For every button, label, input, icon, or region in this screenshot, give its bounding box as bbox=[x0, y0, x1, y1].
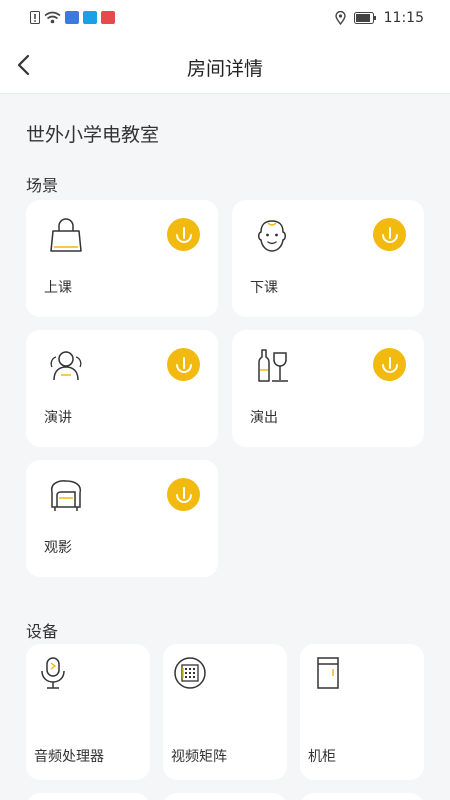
room-name: 世外小学电教室 bbox=[26, 124, 160, 146]
status-icons-right: 11:15 bbox=[334, 10, 424, 26]
audience-icon bbox=[50, 351, 82, 381]
scene-card-performance[interactable]: 演出 bbox=[232, 330, 424, 447]
device-card-video-matrix[interactable]: 视频矩阵 bbox=[163, 644, 287, 780]
download-icon bbox=[175, 356, 192, 373]
location-icon bbox=[334, 11, 346, 25]
download-icon bbox=[175, 226, 192, 243]
microphone-icon bbox=[41, 657, 65, 689]
scene-card-speech[interactable]: 演讲 bbox=[26, 330, 218, 447]
scene-card-movie[interactable]: 观影 bbox=[26, 460, 218, 577]
wifi-icon bbox=[44, 11, 61, 24]
device-card-audio-processor[interactable]: 音频处理器 bbox=[26, 644, 150, 780]
download-icon bbox=[381, 226, 398, 243]
wine-icon bbox=[258, 349, 288, 382]
download-icon bbox=[175, 486, 192, 503]
matrix-icon bbox=[174, 657, 206, 689]
armchair-icon bbox=[50, 480, 82, 511]
device-card-partial[interactable] bbox=[300, 793, 424, 800]
device-label: 音频处理器 bbox=[34, 749, 104, 765]
scene-label: 下课 bbox=[250, 280, 278, 296]
status-icons-left bbox=[30, 11, 115, 24]
battery-icon bbox=[353, 12, 376, 24]
download-button[interactable] bbox=[373, 348, 406, 381]
download-button[interactable] bbox=[373, 218, 406, 251]
download-button[interactable] bbox=[167, 478, 200, 511]
scene-card-class[interactable]: 上课 bbox=[26, 200, 218, 317]
status-time: 11:15 bbox=[383, 10, 424, 26]
alert-icon bbox=[30, 11, 40, 24]
bag-icon bbox=[50, 218, 82, 252]
download-button[interactable] bbox=[167, 218, 200, 251]
page-title: 房间详情 bbox=[186, 58, 263, 80]
device-card-partial[interactable] bbox=[163, 793, 287, 800]
download-icon bbox=[381, 356, 398, 373]
face-icon bbox=[258, 220, 286, 252]
notification-app-icon bbox=[65, 11, 79, 24]
scene-label: 观影 bbox=[44, 540, 72, 556]
scene-label: 演出 bbox=[250, 410, 278, 426]
notification-app-icon bbox=[83, 11, 97, 24]
devices-section-label: 设备 bbox=[26, 622, 59, 641]
device-card-cabinet[interactable]: 机柜 bbox=[300, 644, 424, 780]
scene-label: 演讲 bbox=[44, 410, 72, 426]
device-label: 视频矩阵 bbox=[171, 749, 227, 765]
scenes-section-label: 场景 bbox=[26, 176, 59, 195]
status-bar: 11:15 bbox=[0, 0, 450, 38]
notification-app-icon bbox=[101, 11, 115, 24]
scene-card-after-class[interactable]: 下课 bbox=[232, 200, 424, 317]
device-label: 机柜 bbox=[308, 749, 336, 765]
scene-label: 上课 bbox=[44, 280, 72, 296]
device-card-partial[interactable] bbox=[26, 793, 150, 800]
app-header: 房间详情 bbox=[0, 38, 450, 94]
download-button[interactable] bbox=[167, 348, 200, 381]
cabinet-icon bbox=[317, 657, 339, 689]
